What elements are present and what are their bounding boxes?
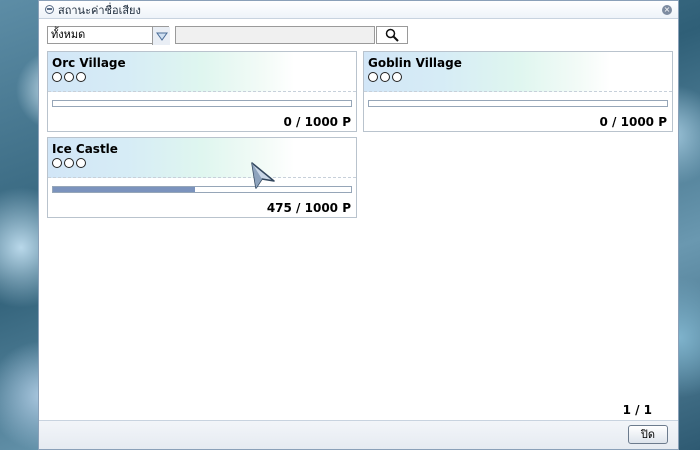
rank-stars — [52, 158, 352, 168]
close-button[interactable]: ปิด — [628, 425, 668, 444]
category-select-value: ทั้งหมด — [51, 28, 86, 41]
search-button[interactable] — [376, 26, 408, 44]
empty-circle-icon — [76, 158, 86, 168]
reputation-card-ice-castle[interactable]: Ice Castle 475 / 1000 P — [47, 137, 357, 218]
page-indicator: 1 / 1 — [622, 403, 652, 417]
points-text: 475 / 1000 P — [266, 201, 351, 215]
reputation-card-orc-village[interactable]: Orc Village 0 / 1000 P — [47, 51, 357, 132]
card-header: Orc Village — [48, 52, 356, 92]
points-text: 0 / 1000 P — [599, 115, 667, 129]
points-text: 0 / 1000 P — [283, 115, 351, 129]
empty-circle-icon — [368, 72, 378, 82]
minus-circle-icon[interactable] — [45, 5, 54, 14]
empty-circle-icon — [52, 158, 62, 168]
reputation-card-goblin-village[interactable]: Goblin Village 0 / 1000 P — [363, 51, 673, 132]
progress-bar — [368, 100, 668, 107]
window-titlebar[interactable]: สถานะค่าชื่อเสียง × — [39, 1, 678, 19]
empty-circle-icon — [64, 158, 74, 168]
reputation-window: สถานะค่าชื่อเสียง × ทั้งหมด Orc Village — [38, 0, 679, 450]
rank-stars — [368, 72, 668, 82]
card-header: Goblin Village — [364, 52, 672, 92]
category-select[interactable]: ทั้งหมด — [47, 26, 170, 45]
empty-circle-icon — [392, 72, 402, 82]
progress-fill — [53, 187, 195, 192]
close-icon[interactable]: × — [662, 4, 672, 15]
mouse-cursor-icon — [251, 162, 275, 189]
search-input[interactable] — [175, 26, 375, 44]
card-title: Goblin Village — [368, 56, 462, 70]
card-title: Orc Village — [52, 56, 126, 70]
rank-stars — [52, 72, 352, 82]
card-title: Ice Castle — [52, 142, 118, 156]
window-title: สถานะค่าชื่อเสียง — [58, 3, 141, 17]
empty-circle-icon — [52, 72, 62, 82]
filter-bar: ทั้งหมด — [47, 26, 447, 45]
empty-circle-icon — [76, 72, 86, 82]
window-footer: ปิด — [39, 420, 678, 449]
card-header: Ice Castle — [48, 138, 356, 178]
empty-circle-icon — [64, 72, 74, 82]
dropdown-arrow-icon[interactable] — [152, 27, 170, 45]
progress-bar — [52, 100, 352, 107]
empty-circle-icon — [380, 72, 390, 82]
search-icon — [385, 28, 399, 42]
progress-bar — [52, 186, 352, 193]
